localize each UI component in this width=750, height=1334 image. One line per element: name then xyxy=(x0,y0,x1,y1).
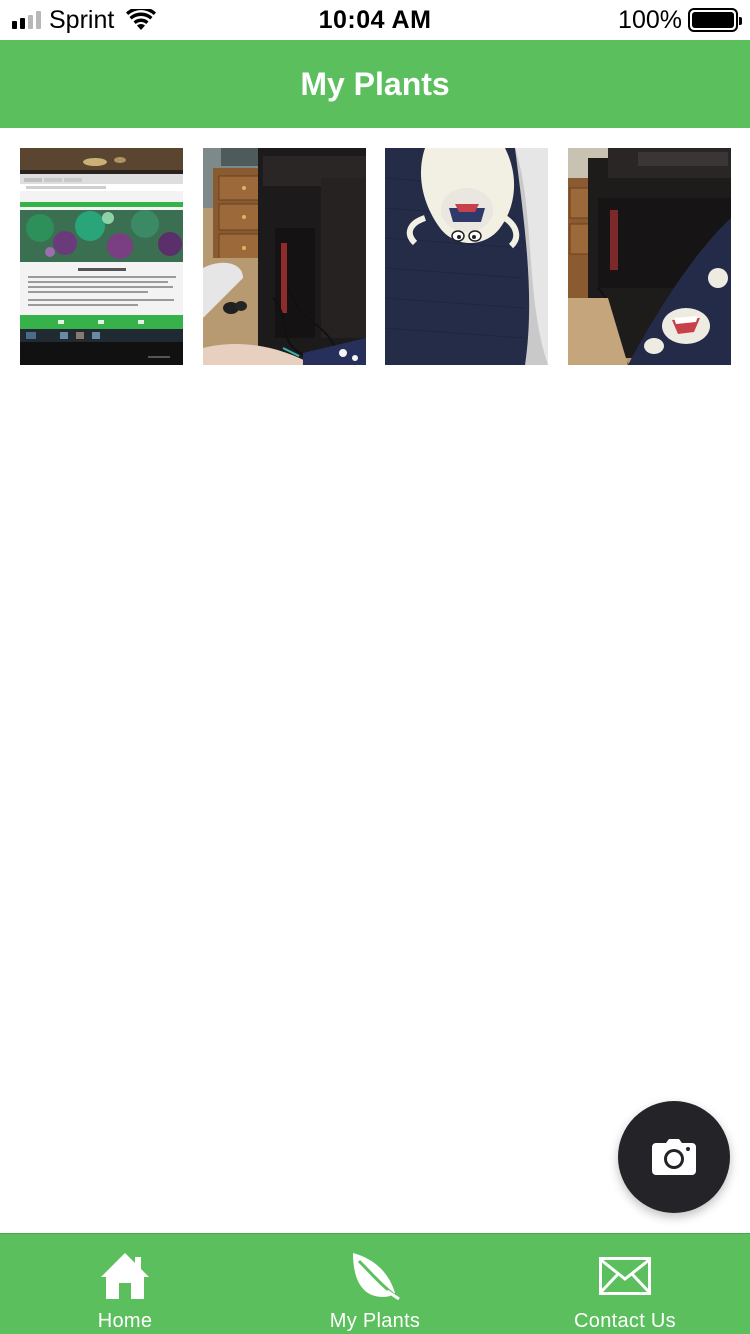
tab-my-plants-label: My Plants xyxy=(329,1310,421,1332)
battery-icon xyxy=(688,8,742,32)
battery-percent: 100% xyxy=(618,5,682,34)
photo-monitor-website xyxy=(20,148,183,365)
photo-thumbnail-4[interactable] xyxy=(568,148,731,365)
tab-home[interactable]: Home xyxy=(0,1234,250,1334)
tab-contact-us-label: Contact Us xyxy=(574,1310,676,1332)
home-icon xyxy=(101,1253,149,1299)
tab-my-plants[interactable]: My Plants xyxy=(250,1234,500,1334)
photo-grid xyxy=(20,148,731,365)
page-title: My Plants xyxy=(300,65,450,102)
status-right: 100% xyxy=(618,5,742,34)
leaf-icon xyxy=(353,1253,400,1301)
photo-desk-sock xyxy=(568,148,731,365)
photo-yeti-sock xyxy=(385,148,548,365)
tab-home-label: Home xyxy=(97,1310,153,1332)
camera-button[interactable] xyxy=(618,1101,730,1213)
photo-thumbnail-1[interactable] xyxy=(20,148,183,365)
mail-icon xyxy=(599,1257,651,1295)
photo-thumbnail-3[interactable] xyxy=(385,148,548,365)
tab-contact-us[interactable]: Contact Us xyxy=(500,1234,750,1334)
camera-icon xyxy=(652,1139,696,1175)
tab-bar: Home My Plants Contact Us xyxy=(0,1233,750,1334)
photo-thumbnail-2[interactable] xyxy=(203,148,366,365)
status-bar: Sprint 10:04 AM 100% xyxy=(0,0,750,40)
photo-desk-computer xyxy=(203,148,366,365)
app-header: My Plants xyxy=(0,40,750,128)
